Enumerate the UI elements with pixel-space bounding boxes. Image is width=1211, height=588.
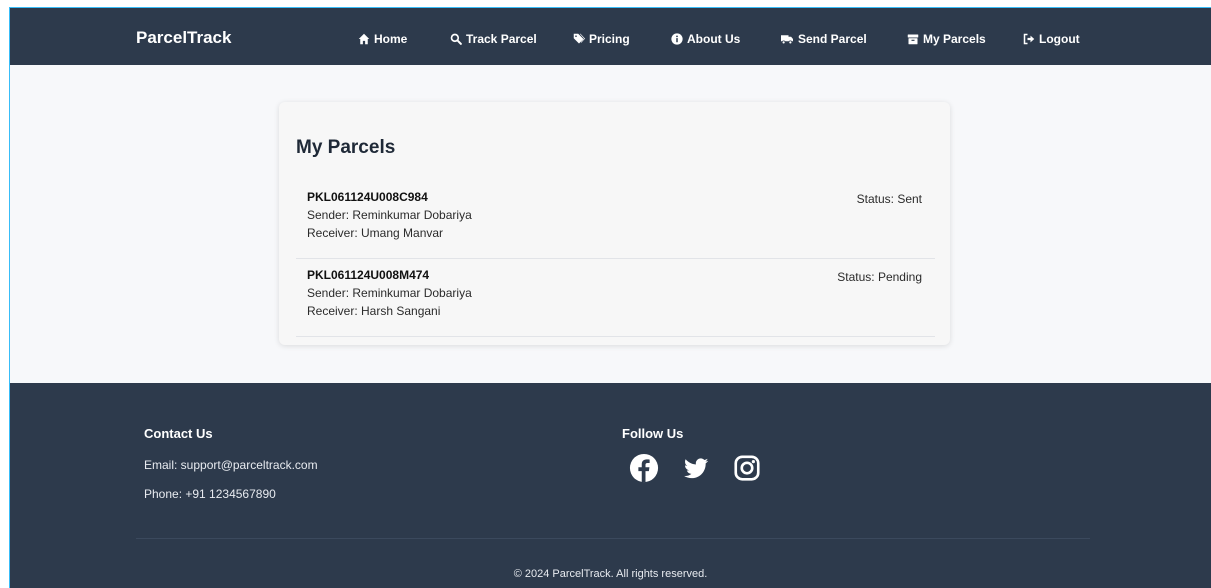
nav-pricing[interactable]: Pricing <box>573 32 630 46</box>
page-title: My Parcels <box>296 137 396 158</box>
facebook-link[interactable] <box>629 453 659 483</box>
nav-home-label: Home <box>374 32 408 46</box>
instagram-link[interactable] <box>732 453 762 483</box>
tags-icon <box>573 33 585 44</box>
parcel-sender: Sender: Reminkumar Dobariya <box>307 286 472 300</box>
contact-us-heading: Contact Us <box>144 426 213 441</box>
parcel-status: Status: Sent <box>856 192 922 206</box>
nav-track-parcel-label: Track Parcel <box>466 32 537 46</box>
nav-home[interactable]: Home <box>358 32 407 46</box>
parcel-sender: Sender: Reminkumar Dobariya <box>307 208 472 222</box>
nav-send-parcel[interactable]: Send Parcel <box>780 32 867 46</box>
parcel-item[interactable]: PKL061124U008M474 Sender: Reminkumar Dob… <box>296 259 935 337</box>
truck-icon <box>781 35 793 45</box>
nav-send-parcel-label: Send Parcel <box>798 32 867 46</box>
parcel-status: Status: Pending <box>837 270 922 284</box>
nav-about-us[interactable]: About Us <box>671 32 740 46</box>
nav-track-parcel[interactable]: Track Parcel <box>450 32 537 46</box>
facebook-icon <box>629 453 659 483</box>
info-icon <box>671 33 683 45</box>
instagram-icon <box>734 455 760 481</box>
box-icon <box>907 34 919 45</box>
nav-logout[interactable]: Logout <box>1023 32 1080 46</box>
parcel-item[interactable]: PKL061124U008C984 Sender: Reminkumar Dob… <box>296 181 935 259</box>
contact-email[interactable]: Email: support@parceltrack.com <box>144 458 318 472</box>
nav-logout-label: Logout <box>1039 32 1080 46</box>
brand-logo[interactable]: ParcelTrack <box>136 28 231 48</box>
parcel-id: PKL061124U008M474 <box>307 268 430 282</box>
search-icon <box>450 33 462 45</box>
home-icon <box>358 33 370 45</box>
twitter-link[interactable] <box>681 453 711 483</box>
twitter-icon <box>684 458 709 479</box>
logout-icon <box>1023 33 1035 45</box>
parcel-receiver: Receiver: Harsh Sangani <box>307 304 441 318</box>
copyright-text: © 2024 ParcelTrack. All rights reserved. <box>513 568 708 580</box>
nav-about-us-label: About Us <box>687 32 741 46</box>
footer-divider <box>136 538 1090 539</box>
app-frame: ParcelTrack Home Track Parcel Pricing Ab… <box>9 7 1211 588</box>
footer: Contact Us Email: support@parceltrack.co… <box>10 383 1211 588</box>
follow-us-heading: Follow Us <box>622 426 684 441</box>
nav-my-parcels[interactable]: My Parcels <box>907 32 986 46</box>
contact-phone: Phone: +91 1234567890 <box>144 487 276 501</box>
parcel-id: PKL061124U008C984 <box>307 190 428 204</box>
parcel-receiver: Receiver: Umang Manvar <box>307 226 444 240</box>
navbar: ParcelTrack Home Track Parcel Pricing Ab… <box>10 8 1211 65</box>
nav-pricing-label: Pricing <box>589 32 630 46</box>
nav-my-parcels-label: My Parcels <box>923 32 986 46</box>
